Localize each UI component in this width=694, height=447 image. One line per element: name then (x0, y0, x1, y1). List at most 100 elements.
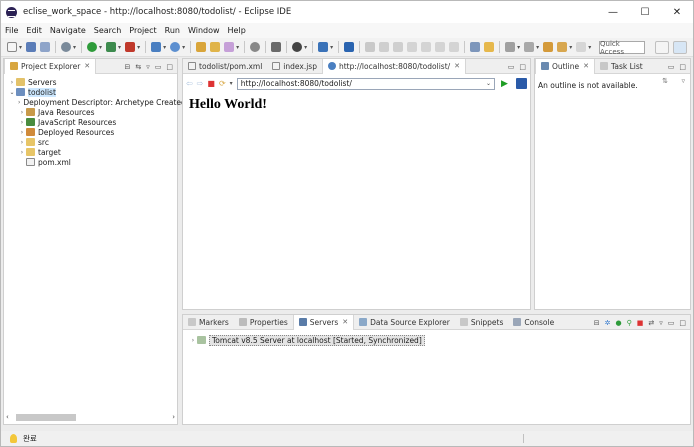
menu-edit[interactable]: Edit (22, 26, 46, 35)
save-icon[interactable] (26, 42, 37, 52)
close-icon[interactable]: ✕ (454, 62, 460, 70)
tree-item-deployment-descriptor[interactable]: › Deployment Descriptor: Archetype Creat… (8, 97, 186, 107)
tab-data-source-explorer[interactable]: Data Source Explorer (354, 315, 455, 330)
link-with-editor-icon[interactable]: ⇆ (135, 63, 141, 71)
close-icon[interactable]: ✕ (583, 62, 589, 70)
scroll-left-icon[interactable]: ‹ (6, 413, 9, 421)
horizontal-scrollbar[interactable]: ‹ › (6, 412, 175, 422)
coverage-icon[interactable] (106, 42, 117, 52)
browser-dropdown-icon[interactable]: ▾ (230, 80, 233, 87)
next-annotation-dropdown-icon[interactable]: ▾ (536, 44, 539, 51)
maximize-icon[interactable]: □ (519, 63, 526, 71)
tab-pom-xml[interactable]: todolist/pom.xml (183, 59, 267, 74)
debug-icon[interactable] (61, 42, 72, 52)
minimize-icon[interactable]: ▭ (155, 63, 162, 71)
tree-item-src[interactable]: › src (8, 137, 177, 147)
tab-outline[interactable]: Outline ✕ (535, 58, 596, 74)
tab-servers[interactable]: Servers ✕ (292, 314, 355, 330)
search-icon[interactable] (271, 42, 282, 52)
tab-properties[interactable]: Properties (234, 315, 293, 330)
annotation-icon[interactable] (505, 42, 516, 52)
tree-item-target[interactable]: › target (8, 147, 177, 157)
tab-project-explorer[interactable]: Project Explorer ✕ (4, 58, 97, 74)
expand-icon[interactable]: › (18, 119, 26, 126)
tab-index-jsp[interactable]: index.jsp (267, 59, 322, 74)
chevron-down-icon[interactable]: ⌄ (486, 80, 491, 87)
back-dropdown-icon[interactable]: ▾ (569, 44, 572, 51)
tree-item-javascript-resources[interactable]: › JavaScript Resources (8, 117, 177, 127)
view-menu-icon[interactable]: ▿ (681, 77, 685, 85)
wand-dropdown-icon[interactable]: ▾ (236, 44, 239, 51)
menu-project[interactable]: Project (125, 26, 160, 35)
external-tools-icon[interactable] (125, 42, 136, 52)
new-server-icon[interactable] (151, 42, 162, 52)
save-all-icon[interactable] (40, 42, 51, 52)
stop-server-icon[interactable]: ■ (637, 319, 644, 327)
debug-dropdown-icon[interactable]: ▾ (73, 44, 76, 51)
wand-icon[interactable] (224, 42, 235, 52)
forward-icon[interactable]: ⇨ (197, 79, 204, 88)
profile-server-icon[interactable]: ⚲ (627, 319, 632, 327)
toggle-block-icon[interactable] (470, 42, 481, 52)
expand-icon[interactable]: › (18, 109, 26, 116)
tab-markers[interactable]: Markers (183, 315, 234, 330)
minimize-button[interactable]: — (597, 1, 629, 23)
menu-help[interactable]: Help (224, 26, 250, 35)
expand-icon[interactable]: › (189, 337, 197, 344)
collapse-icon[interactable]: ⌄ (8, 89, 16, 96)
open-folder-icon[interactable] (210, 42, 221, 52)
expand-icon[interactable]: › (8, 79, 16, 86)
tree-item-deployed-resources[interactable]: › Deployed Resources (8, 127, 177, 137)
back-icon[interactable]: ⇦ (186, 79, 193, 88)
run-icon[interactable] (87, 42, 98, 52)
menu-file[interactable]: File (1, 26, 22, 35)
maximize-button[interactable]: ☐ (629, 1, 661, 23)
terminal-icon[interactable] (318, 42, 329, 52)
expand-icon[interactable]: › (18, 99, 20, 106)
toggle-mark-icon[interactable] (344, 42, 355, 52)
new-icon[interactable] (7, 42, 17, 52)
maximize-icon[interactable]: □ (679, 319, 686, 327)
minimize-icon[interactable]: ▭ (668, 319, 675, 327)
globe-icon[interactable] (250, 42, 261, 52)
mark-occurrences-icon[interactable] (484, 42, 495, 52)
maximize-icon[interactable]: □ (679, 63, 686, 71)
url-input[interactable]: http://localhost:8080/todolist/ ⌄ (236, 77, 495, 90)
expand-icon[interactable]: › (18, 129, 26, 136)
maximize-icon[interactable]: □ (166, 63, 173, 71)
sort-icon[interactable]: ⇅ (662, 77, 668, 85)
refresh-icon[interactable]: ⟳ (219, 79, 226, 88)
open-type-icon[interactable] (196, 42, 207, 52)
tree-item-servers[interactable]: › Servers (8, 77, 177, 87)
forward-dropdown-icon[interactable]: ▾ (588, 44, 591, 51)
open-browser-dropdown-icon[interactable]: ▾ (182, 44, 185, 51)
close-button[interactable]: ✕ (661, 1, 693, 23)
debug-server-icon[interactable]: ✲ (605, 319, 611, 327)
last-edit-icon[interactable] (557, 42, 568, 52)
menu-window[interactable]: Window (184, 26, 224, 35)
quick-access-input[interactable]: Quick Access (599, 40, 645, 56)
terminal-dropdown-icon[interactable]: ▾ (330, 44, 333, 51)
tree-item-pom-xml[interactable]: pom.xml (8, 157, 177, 167)
java-ee-perspective-icon[interactable] (673, 41, 687, 54)
menu-navigate[interactable]: Navigate (46, 26, 90, 35)
tree-item-todolist[interactable]: ⌄ todolist (8, 87, 177, 97)
view-menu-icon[interactable]: ▿ (146, 63, 150, 71)
external-browser-icon[interactable] (516, 78, 527, 89)
server-list-item[interactable]: › Tomcat v8.5 Server at localhost [Start… (189, 334, 425, 346)
pin-icon[interactable] (292, 42, 303, 52)
close-icon[interactable]: ✕ (84, 62, 90, 70)
minimize-icon[interactable]: ▭ (668, 63, 675, 71)
back-icon[interactable] (543, 42, 554, 52)
view-menu-icon[interactable]: ▿ (659, 319, 663, 327)
close-icon[interactable]: ✕ (342, 318, 348, 326)
collapse-all-icon[interactable]: ⊟ (124, 63, 130, 71)
external-tools-dropdown-icon[interactable]: ▾ (137, 44, 140, 51)
expand-icon[interactable]: › (18, 149, 26, 156)
publish-icon[interactable]: ⇄ (648, 319, 654, 327)
tab-console[interactable]: Console (508, 315, 559, 330)
tab-browser[interactable]: http://localhost:8080/todolist/ ✕ (321, 58, 467, 74)
annotation-dropdown-icon[interactable]: ▾ (517, 44, 520, 51)
coverage-dropdown-icon[interactable]: ▾ (118, 44, 121, 51)
menu-run[interactable]: Run (161, 26, 184, 35)
